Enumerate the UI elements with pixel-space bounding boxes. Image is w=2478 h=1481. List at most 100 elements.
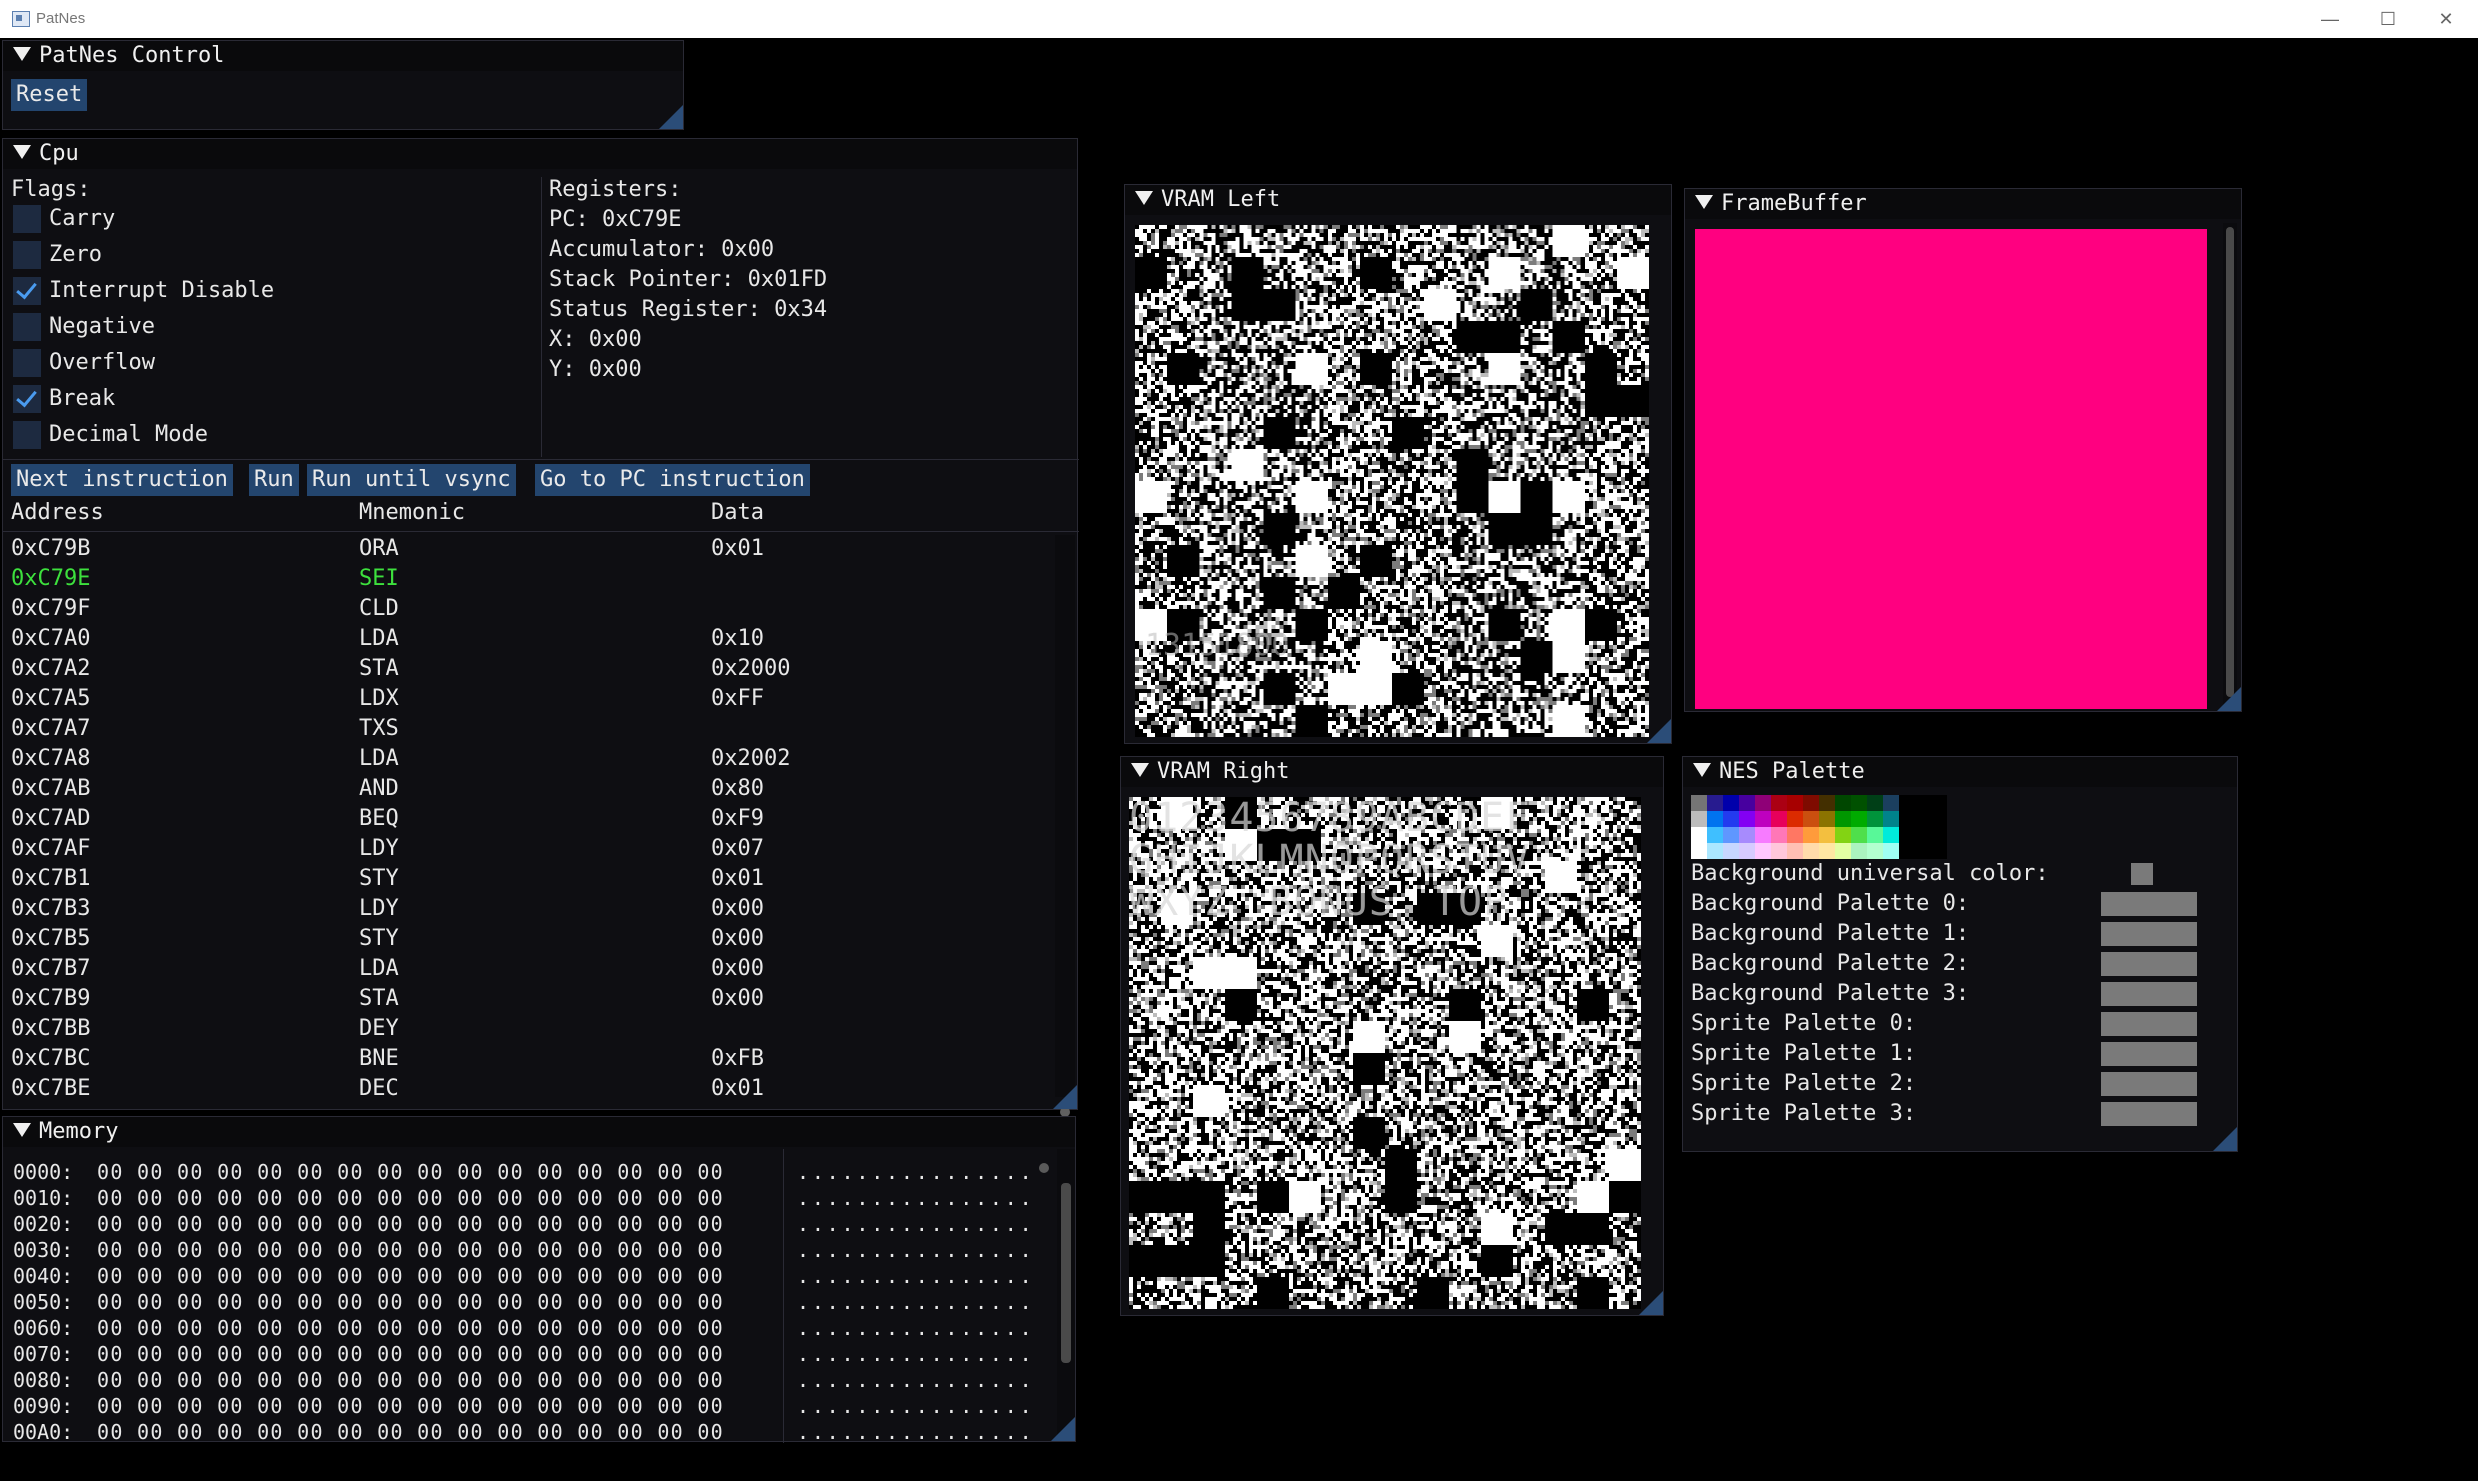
register-value: Accumulator: 0x00 <box>549 237 775 262</box>
run-until-vsync-button[interactable]: Run until vsync <box>307 464 516 496</box>
column-header-data[interactable]: Data <box>711 500 764 526</box>
close-button[interactable]: ✕ <box>2418 0 2474 38</box>
resize-grip-icon[interactable] <box>2217 687 2241 711</box>
minimize-button[interactable]: — <box>2302 0 2358 38</box>
next-instruction-button[interactable]: Next instruction <box>11 464 233 496</box>
palette-color-cell <box>1915 795 1931 811</box>
window-titlebar: PatNes — ☐ ✕ <box>0 0 2478 38</box>
table-row[interactable]: 0xC7BC BNE 0xFB <box>3 1044 1051 1074</box>
collapse-triangle-icon[interactable] <box>1135 191 1153 205</box>
memory-ascii: ................ <box>797 1186 1035 1210</box>
memory-ascii: ................ <box>797 1420 1035 1444</box>
framebuffer-scroll-thumb[interactable] <box>2226 227 2234 697</box>
table-row[interactable]: 0xC79F CLD <box>3 594 1051 624</box>
memory-scroll-thumb[interactable] <box>1061 1183 1071 1363</box>
memory-bytes: 00 00 00 00 00 00 00 00 00 00 00 00 00 0… <box>97 1264 725 1288</box>
palette-color-cell <box>1867 843 1883 859</box>
vram-left-panel: VRAM Left 13151800 <box>1124 184 1672 744</box>
resize-grip-icon[interactable] <box>1051 1417 1075 1441</box>
column-header-address[interactable]: Address <box>11 500 104 526</box>
row-address: 0xC7BC <box>11 1046 91 1071</box>
collapse-triangle-icon[interactable] <box>1131 763 1149 777</box>
table-row[interactable]: 0xC7B9 STA 0x00 <box>3 984 1051 1014</box>
table-row[interactable]: 0xC7B7 LDA 0x00 <box>3 954 1051 984</box>
table-row[interactable]: 0xC79E SEI <box>3 564 1051 594</box>
table-row[interactable]: 0xC7A2 STA 0x2000 <box>3 654 1051 684</box>
row-data: 0x80 <box>711 776 764 801</box>
table-row[interactable]: 0xC7A0 LDA 0x10 <box>3 624 1051 654</box>
flag-checkbox[interactable] <box>13 277 41 305</box>
memory-ascii: ................ <box>797 1316 1035 1340</box>
table-row[interactable]: 0xC7B3 LDY 0x00 <box>3 894 1051 924</box>
maximize-button[interactable]: ☐ <box>2360 0 2416 38</box>
collapse-triangle-icon[interactable] <box>13 145 31 159</box>
memory-address: 0050: <box>13 1290 74 1314</box>
row-mnemonic: STY <box>359 866 399 891</box>
nes-palette-header[interactable]: NES Palette <box>1683 757 2237 787</box>
table-row[interactable]: 0xC7A8 LDA 0x2002 <box>3 744 1051 774</box>
memory-bytes: 00 00 00 00 00 00 00 00 00 00 00 00 00 0… <box>97 1420 725 1444</box>
framebuffer-image <box>1695 229 2207 709</box>
row-mnemonic: CLD <box>359 596 399 621</box>
separator <box>3 459 1079 460</box>
resize-grip-icon[interactable] <box>2213 1127 2237 1151</box>
table-row[interactable]: 0xC7AD BEQ 0xF9 <box>3 804 1051 834</box>
palette-color-cell <box>1691 795 1707 811</box>
palette-color-cell <box>1931 827 1947 843</box>
run-button[interactable]: Run <box>249 464 299 496</box>
flag-checkbox[interactable] <box>13 349 41 377</box>
table-row[interactable]: 0xC7AB AND 0x80 <box>3 774 1051 804</box>
register-value: Y: 0x00 <box>549 357 642 382</box>
resize-grip-icon[interactable] <box>1639 1291 1663 1315</box>
palette-color-cell <box>1691 843 1707 859</box>
collapse-triangle-icon[interactable] <box>1693 763 1711 777</box>
control-panel-header[interactable]: PatNes Control <box>3 41 683 71</box>
column-header-mnemonic[interactable]: Mnemonic <box>359 500 465 526</box>
row-mnemonic: SEI <box>359 566 399 591</box>
framebuffer-header[interactable]: FrameBuffer <box>1685 189 2241 219</box>
palette-swatch <box>2101 1102 2197 1126</box>
memory-panel-header[interactable]: Memory <box>3 1117 1075 1147</box>
vram-right-header[interactable]: VRAM Right <box>1121 757 1663 787</box>
go-to-pc-button[interactable]: Go to PC instruction <box>535 464 810 496</box>
table-row[interactable]: 0xC7B5 STY 0x00 <box>3 924 1051 954</box>
flag-checkbox[interactable] <box>13 313 41 341</box>
resize-grip-icon[interactable] <box>1053 1085 1077 1109</box>
palette-color-cell <box>1819 843 1835 859</box>
memory-scroll-dot <box>1039 1163 1049 1173</box>
flag-checkbox[interactable] <box>13 205 41 233</box>
table-row[interactable]: 0xC7A5 LDX 0xFF <box>3 684 1051 714</box>
palette-color-cell <box>1803 843 1819 859</box>
collapse-triangle-icon[interactable] <box>1695 195 1713 209</box>
row-mnemonic: LDA <box>359 746 399 771</box>
palette-color-cell <box>1915 827 1931 843</box>
table-row[interactable]: 0xC7B1 STY 0x01 <box>3 864 1051 894</box>
table-row[interactable]: 0xC7BB DEY <box>3 1014 1051 1044</box>
palette-label: Background Palette 3: <box>1691 981 1970 1006</box>
table-row[interactable]: 0xC7BE DEC 0x01 <box>3 1074 1051 1104</box>
row-data: 0x01 <box>711 536 764 561</box>
row-data: 0x2002 <box>711 746 791 771</box>
cpu-panel-header[interactable]: Cpu <box>3 139 1077 169</box>
memory-bytes: 00 00 00 00 00 00 00 00 00 00 00 00 00 0… <box>97 1394 725 1418</box>
vram-left-header[interactable]: VRAM Left <box>1125 185 1671 215</box>
collapse-triangle-icon[interactable] <box>13 47 31 61</box>
framebuffer-scrollbar[interactable] <box>2223 223 2237 709</box>
resize-grip-icon[interactable] <box>1647 719 1671 743</box>
table-row[interactable]: 0xC79B ORA 0x01 <box>3 534 1051 564</box>
flag-checkbox[interactable] <box>13 421 41 449</box>
palette-color-cell <box>1755 811 1771 827</box>
memory-scrollbar[interactable] <box>1057 1149 1075 1439</box>
palette-color-cell <box>1915 811 1931 827</box>
resize-grip-icon[interactable] <box>659 105 683 129</box>
table-row[interactable]: 0xC7A7 TXS <box>3 714 1051 744</box>
disassembly-scrollbar[interactable] <box>1055 535 1075 1117</box>
memory-address: 0000: <box>13 1160 74 1184</box>
flag-checkbox[interactable] <box>13 385 41 413</box>
window-title: PatNes <box>36 10 86 27</box>
collapse-triangle-icon[interactable] <box>13 1123 31 1137</box>
flag-checkbox[interactable] <box>13 241 41 269</box>
vram-left-text: 13151800 <box>1145 628 1290 663</box>
reset-button[interactable]: Reset <box>11 79 88 111</box>
table-row[interactable]: 0xC7AF LDY 0x07 <box>3 834 1051 864</box>
